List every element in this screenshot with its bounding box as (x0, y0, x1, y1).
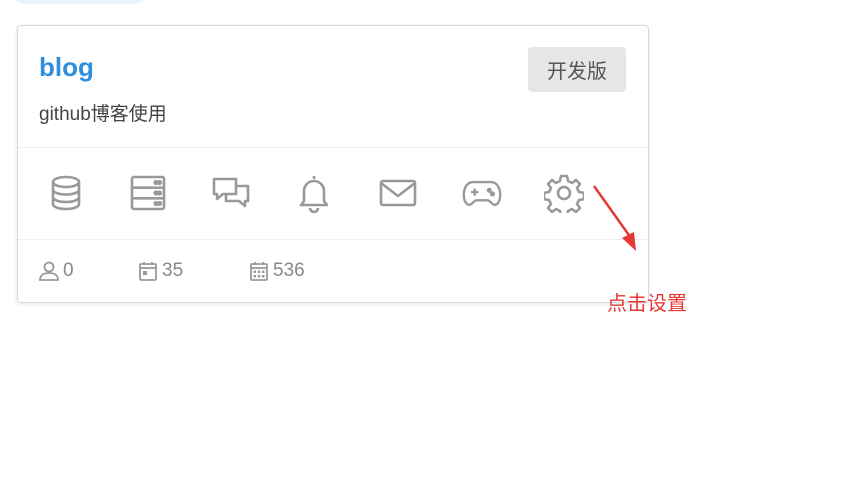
project-description: github博客使用 (39, 104, 167, 125)
stat-calendar-b: 536 (248, 260, 305, 282)
project-card[interactable]: blog 开发版 github博客使用 0 35 536 (17, 25, 649, 303)
divider (18, 239, 648, 240)
divider (18, 147, 648, 148)
stat-calendar-b-value: 536 (273, 260, 305, 281)
stat-users: 0 (38, 260, 74, 282)
gear-icon[interactable] (540, 169, 588, 217)
server-icon[interactable] (124, 169, 172, 217)
database-icon[interactable] (42, 169, 90, 217)
mail-icon[interactable] (374, 169, 422, 217)
annotation-label: 点击设置 (607, 293, 687, 315)
project-title[interactable]: blog (39, 52, 94, 83)
gamepad-icon[interactable] (458, 169, 506, 217)
top-tab-fragment (15, 0, 143, 4)
user-icon (39, 261, 59, 281)
bell-icon[interactable] (290, 169, 338, 217)
calendar-icon (139, 262, 157, 281)
edition-badge: 开发版 (528, 47, 626, 92)
stat-calendar-a-value: 35 (162, 260, 184, 281)
chat-icon[interactable] (207, 169, 255, 217)
stat-calendar-a: 35 (137, 260, 183, 282)
stat-users-value: 0 (63, 260, 74, 281)
calendar-grid-icon (250, 262, 268, 281)
annotation-arrow (592, 185, 636, 251)
